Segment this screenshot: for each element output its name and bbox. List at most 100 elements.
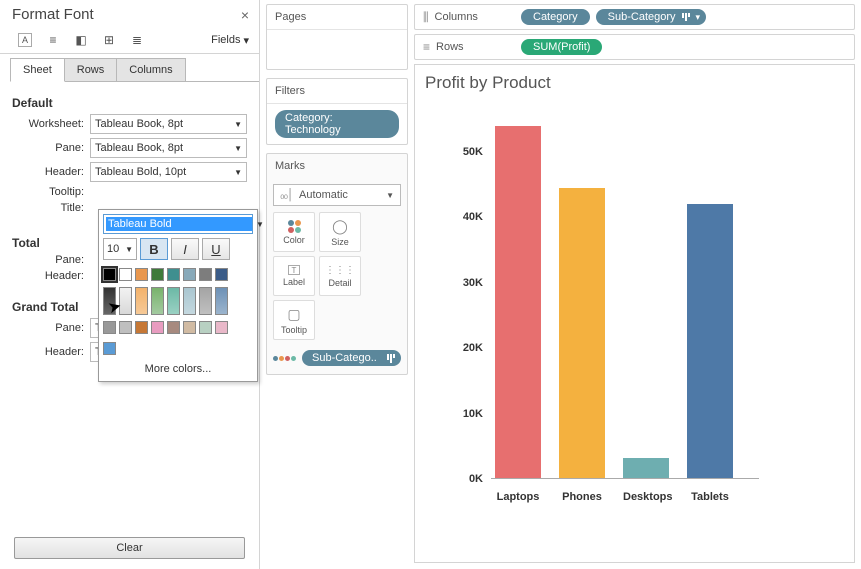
tab-sheet[interactable]: Sheet [10,58,65,82]
borders-icon[interactable]: ⊞ [102,33,116,47]
dropdown-header-default[interactable]: Tableau Bold, 10pt▼ [90,162,247,182]
label-icon: T [288,265,300,275]
close-icon[interactable]: × [241,7,249,23]
marks-label-button[interactable]: TLabel [273,256,315,296]
marks-type-dropdown[interactable]: ₀₀│Automatic ▼ [273,184,401,206]
color-swatch[interactable] [215,321,228,334]
clear-button[interactable]: Clear [14,537,245,559]
dropdown-worksheet[interactable]: Tableau Book, 8pt▼ [90,114,247,134]
color-row-1 [103,266,253,283]
label-pane-total: Pane: [12,254,90,266]
color-swatch[interactable] [183,268,196,281]
chart-title: Profit by Product [425,73,844,93]
underline-button[interactable]: U [202,238,230,260]
viz-column: ⫼Columns Category Sub-Category ▾ ≡ Rows S… [414,0,861,569]
color-swatch[interactable] [151,287,164,315]
label-tooltip: Tooltip: [12,186,90,198]
shading-icon[interactable]: ◧ [74,33,88,47]
dropdown-pane-default[interactable]: Tableau Book, 8pt▼ [90,138,247,158]
color-swatch[interactable] [199,287,212,315]
fields-dropdown[interactable]: Fields ▾ [211,34,249,47]
chevron-down-icon: ▼ [125,245,133,254]
filters-card: Filters Category: Technology [266,78,408,145]
color-swatch[interactable] [103,287,116,315]
marks-pill-subcategory[interactable]: Sub-Catego.. [302,350,401,366]
rows-label: Rows [436,41,464,53]
pages-shelf[interactable] [267,29,407,69]
x-axis-labels: LaptopsPhonesDesktopsTablets [491,491,759,503]
bar[interactable] [559,188,605,478]
color-swatch[interactable] [119,268,132,281]
col-pill-subcategory[interactable]: Sub-Category ▾ [596,9,706,25]
color-swatch[interactable] [135,268,148,281]
more-colors-link[interactable]: More colors... [103,357,253,377]
color-swatch-extra[interactable] [103,342,116,355]
font-name-dropdown[interactable]: ▼ [103,214,253,234]
marks-color-button[interactable]: Color [273,212,315,252]
color-swatch[interactable] [119,287,132,315]
color-swatch[interactable] [215,287,228,315]
section-default: Default [12,96,247,110]
sort-icon [682,13,690,21]
color-swatch[interactable] [135,287,148,315]
x-tick-label: Laptops [495,491,541,503]
lines-icon[interactable]: ≣ [130,33,144,47]
y-axis: 0K10K20K30K40K50K [449,119,489,479]
color-swatch[interactable] [135,321,148,334]
filter-pill-category[interactable]: Category: Technology [275,110,399,138]
marks-tooltip-button[interactable]: ▢Tooltip [273,300,315,340]
x-tick-label: Tablets [687,491,733,503]
plot-area [491,119,759,479]
rows-icon: ≡ [423,40,430,54]
color-swatch[interactable] [167,321,180,334]
align-icon[interactable]: ≡ [46,33,60,47]
color-tall-rows [103,285,253,317]
italic-button[interactable]: I [171,238,199,260]
color-swatch[interactable] [199,321,212,334]
label-worksheet: Worksheet: [12,118,90,130]
panel-title: Format Font [12,6,94,23]
bar[interactable] [623,458,669,478]
color-swatch[interactable] [151,321,164,334]
tab-rows[interactable]: Rows [64,58,118,81]
row-pill-profit[interactable]: SUM(Profit) [521,39,602,55]
bar[interactable] [687,204,733,478]
col-pill-category[interactable]: Category [521,9,590,25]
y-tick-label: 30K [463,277,483,289]
color-swatch[interactable] [151,268,164,281]
color-swatch[interactable] [119,321,132,334]
marks-detail-button[interactable]: ⋮⋮⋮Detail [319,256,361,296]
color-icon [288,220,301,233]
color-swatch[interactable] [167,268,180,281]
color-swatch[interactable] [167,287,180,315]
color-swatch[interactable] [199,268,212,281]
bold-button[interactable]: B [140,238,168,260]
rows-shelf[interactable]: ≡ Rows SUM(Profit) [414,34,855,60]
color-swatch[interactable] [183,287,196,315]
x-tick-label: Desktops [623,491,669,503]
font-name-input[interactable] [106,217,252,231]
bar[interactable] [495,126,541,478]
chevron-down-icon: ▼ [234,168,242,177]
chart-viz: Profit by Product 0K10K20K30K40K50K Lapt… [414,64,855,563]
y-tick-label: 20K [463,342,483,354]
bar-chart-icon: ₀₀│ [280,189,293,201]
color-swatch[interactable] [215,268,228,281]
marks-size-button[interactable]: ◯Size [319,212,361,252]
color-swatch[interactable] [183,321,196,334]
tooltip-icon: ▢ [287,306,300,323]
font-size-dropdown[interactable]: 10▼ [103,238,137,260]
font-a-icon[interactable]: A [18,33,32,47]
color-swatch[interactable] [103,268,116,281]
label-header-total: Header: [12,270,90,282]
filters-shelf[interactable]: Category: Technology [267,103,407,144]
columns-shelf[interactable]: ⫼Columns Category Sub-Category ▾ [414,4,855,30]
y-tick-label: 10K [463,408,483,420]
marks-title: Marks [267,154,407,178]
label-title: Title: [12,202,90,214]
color-swatch[interactable] [103,321,116,334]
tab-columns[interactable]: Columns [116,58,185,81]
filters-title: Filters [267,79,407,103]
detail-icon: ⋮⋮⋮ [325,265,355,276]
chevron-down-icon: ▾ [696,12,701,23]
